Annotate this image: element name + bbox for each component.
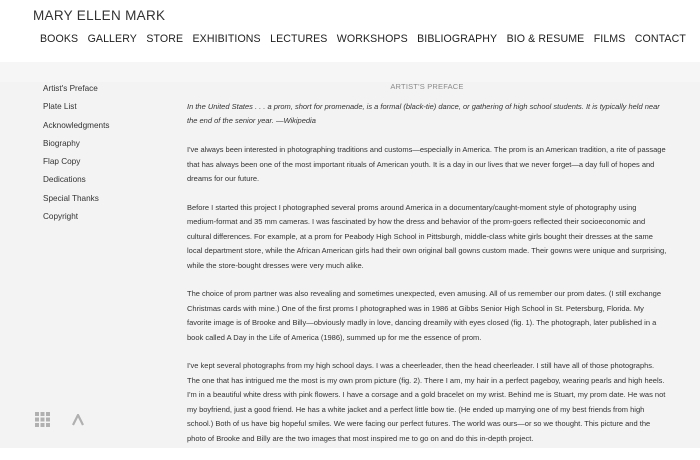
paragraph: I've always been interested in photograp… <box>187 145 666 184</box>
nav-workshops[interactable]: WORKSHOPS <box>337 33 408 45</box>
panel-top-band <box>0 62 700 82</box>
nav-store[interactable]: STORE <box>146 33 183 45</box>
nav-contact[interactable]: CONTACT <box>635 33 686 45</box>
site-title[interactable]: MARY ELLEN MARK <box>33 8 165 23</box>
bottom-toolbar <box>35 412 84 427</box>
arrow-up-icon[interactable] <box>72 413 84 426</box>
sidebar-item-biography[interactable]: Biography <box>43 135 163 153</box>
sidebar-item-plate-list[interactable]: Plate List <box>43 98 163 116</box>
paragraph: Before I started this project I photogra… <box>187 202 667 270</box>
paragraph: The choice of prom partner was also reve… <box>187 289 661 342</box>
nav-gallery[interactable]: GALLERY <box>88 33 137 45</box>
section-heading: ARTIST'S PREFACE <box>390 82 464 91</box>
sidebar-item-flap-copy[interactable]: Flap Copy <box>43 153 163 171</box>
sidebar-item-artists-preface[interactable]: Artist's Preface <box>43 80 163 98</box>
nav-lectures[interactable]: LECTURES <box>270 33 327 45</box>
sidebar-item-copyright[interactable]: Copyright <box>43 208 163 226</box>
main-nav: BOOKS GALLERY STORE EXHIBITIONS LECTURES… <box>40 33 686 45</box>
nav-bibliography[interactable]: BIBLIOGRAPHY <box>417 33 497 45</box>
article: ARTIST'S PREFACE In the United States . … <box>187 80 667 460</box>
intro-quote: In the United States . . . a prom, short… <box>187 101 660 126</box>
nav-films[interactable]: FILMS <box>594 33 626 45</box>
grid-icon[interactable] <box>35 412 50 427</box>
sidebar: Artist's Preface Plate List Acknowledgme… <box>43 80 163 226</box>
sidebar-item-dedications[interactable]: Dedications <box>43 171 163 189</box>
nav-bio-resume[interactable]: BIO & RESUME <box>507 33 585 45</box>
sidebar-item-special-thanks[interactable]: Special Thanks <box>43 190 163 208</box>
sidebar-item-acknowledgments[interactable]: Acknowledgments <box>43 117 163 135</box>
paragraph: I've kept several photographs from my hi… <box>187 360 666 443</box>
nav-books[interactable]: BOOKS <box>40 33 78 45</box>
nav-exhibitions[interactable]: EXHIBITIONS <box>193 33 261 45</box>
